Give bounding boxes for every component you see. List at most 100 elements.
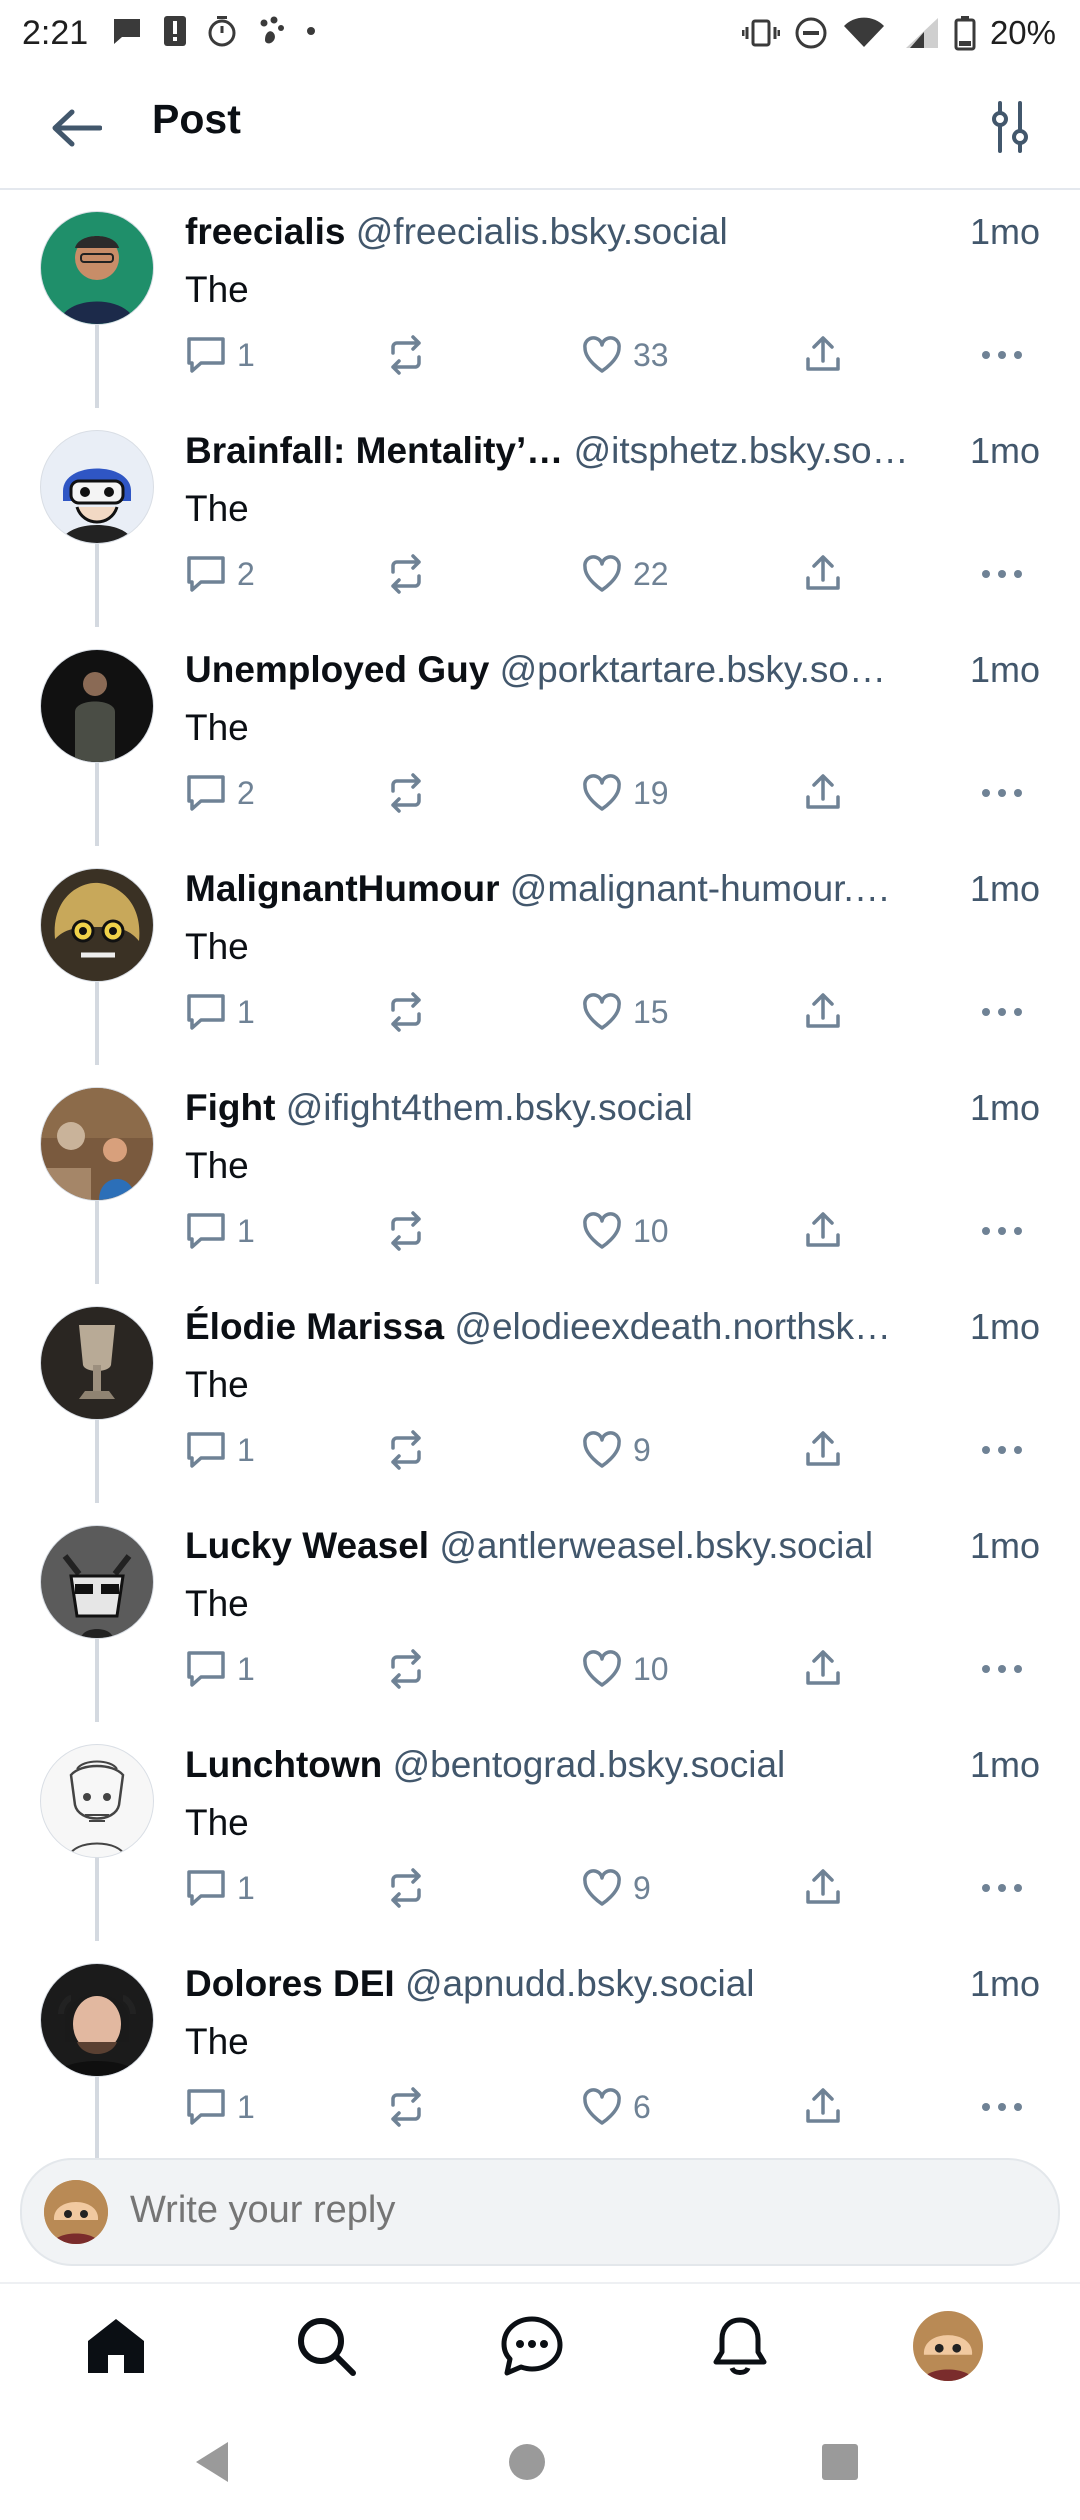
back-button[interactable]: [48, 100, 104, 156]
avatar[interactable]: [40, 1087, 154, 1201]
more-options-button[interactable]: [980, 329, 1024, 381]
like-button[interactable]: 10: [581, 1205, 669, 1257]
share-button[interactable]: [803, 548, 843, 600]
share-button[interactable]: [803, 1424, 843, 1476]
reply-button[interactable]: 1: [185, 1643, 255, 1695]
display-name[interactable]: Élodie Marissa: [185, 1306, 444, 1347]
reply-input[interactable]: [128, 2188, 1012, 2233]
thread-post[interactable]: Lunchtown @bentograd.bsky.social 1mo The…: [0, 1722, 1080, 1941]
system-recents-button[interactable]: [816, 2438, 864, 2486]
share-button[interactable]: [803, 329, 843, 381]
nav-search[interactable]: [290, 2310, 362, 2382]
nav-profile[interactable]: [912, 2310, 984, 2382]
handle[interactable]: @ifight4them.bsky.social: [286, 1087, 693, 1128]
more-options-button[interactable]: [980, 986, 1024, 1038]
avatar[interactable]: [40, 1963, 154, 2077]
handle[interactable]: @freecialis.bsky.social: [356, 211, 728, 252]
avatar[interactable]: [40, 430, 154, 544]
handle[interactable]: @porktartare.bsky.so…: [500, 649, 886, 690]
like-button[interactable]: 19: [581, 767, 669, 819]
reply-button[interactable]: 1: [185, 986, 255, 1038]
reply-composer[interactable]: [20, 2158, 1060, 2266]
reply-button[interactable]: 2: [185, 548, 255, 600]
more-options-button[interactable]: [980, 1424, 1024, 1476]
post-time[interactable]: 1mo: [970, 211, 1040, 253]
share-button[interactable]: [803, 767, 843, 819]
share-button[interactable]: [803, 986, 843, 1038]
handle[interactable]: @itsphetz.bsky.so…: [574, 430, 909, 471]
nav-notifications[interactable]: [704, 2310, 776, 2382]
like-button[interactable]: 33: [581, 329, 669, 381]
share-button[interactable]: [803, 2081, 843, 2133]
share-button[interactable]: [803, 1643, 843, 1695]
reply-button[interactable]: 1: [185, 1424, 255, 1476]
thread-post[interactable]: Élodie Marissa @elodieexdeath.northsk… 1…: [0, 1284, 1080, 1503]
avatar[interactable]: [40, 868, 154, 982]
reply-button[interactable]: 1: [185, 1862, 255, 1914]
like-button[interactable]: 22: [581, 548, 669, 600]
post-time[interactable]: 1mo: [970, 1963, 1040, 2005]
like-button[interactable]: 10: [581, 1643, 669, 1695]
handle[interactable]: @apnudd.bsky.social: [405, 1963, 755, 2004]
nav-chat[interactable]: [496, 2310, 568, 2382]
repost-button[interactable]: [385, 329, 427, 381]
handle[interactable]: @elodieexdeath.northsk…: [454, 1306, 891, 1347]
repost-button[interactable]: [385, 1205, 427, 1257]
reply-button[interactable]: 1: [185, 2081, 255, 2133]
reply-button[interactable]: 2: [185, 767, 255, 819]
repost-button[interactable]: [385, 1862, 427, 1914]
avatar[interactable]: [40, 1525, 154, 1639]
post-time[interactable]: 1mo: [970, 868, 1040, 910]
more-options-button[interactable]: [980, 1643, 1024, 1695]
avatar[interactable]: [40, 1744, 154, 1858]
thread-post[interactable]: Fight @ifight4them.bsky.social 1mo The 1…: [0, 1065, 1080, 1284]
nav-home[interactable]: [80, 2310, 152, 2382]
repost-button[interactable]: [385, 1643, 427, 1695]
reply-button[interactable]: 1: [185, 1205, 255, 1257]
repost-button[interactable]: [385, 986, 427, 1038]
display-name[interactable]: Dolores DEI: [185, 1963, 395, 2004]
system-back-button[interactable]: [188, 2438, 236, 2486]
handle[interactable]: @antlerweasel.bsky.social: [439, 1525, 873, 1566]
handle[interactable]: @bentograd.bsky.social: [393, 1744, 786, 1785]
share-button[interactable]: [803, 1862, 843, 1914]
display-name[interactable]: Fight: [185, 1087, 275, 1128]
more-options-button[interactable]: [980, 2081, 1024, 2133]
avatar[interactable]: [40, 1306, 154, 1420]
like-button[interactable]: 6: [581, 2081, 651, 2133]
repost-button[interactable]: [385, 1424, 427, 1476]
thread-post[interactable]: Unemployed Guy @porktartare.bsky.so… 1mo…: [0, 627, 1080, 846]
thread-post[interactable]: Lucky Weasel @antlerweasel.bsky.social 1…: [0, 1503, 1080, 1722]
repost-button[interactable]: [385, 2081, 427, 2133]
thread-post[interactable]: freecialis @freecialis.bsky.social 1mo T…: [0, 189, 1080, 408]
handle[interactable]: @malignant-humour.…: [510, 868, 891, 909]
share-button[interactable]: [803, 1205, 843, 1257]
thread-settings-button[interactable]: [980, 94, 1040, 160]
thread-post[interactable]: Dolores DEI @apnudd.bsky.social 1mo The …: [0, 1941, 1080, 2160]
system-home-button[interactable]: [503, 2438, 551, 2486]
repost-button[interactable]: [385, 548, 427, 600]
more-options-button[interactable]: [980, 767, 1024, 819]
post-time[interactable]: 1mo: [970, 1306, 1040, 1348]
thread-post[interactable]: Brainfall: Mentality’… @itsphetz.bsky.so…: [0, 408, 1080, 627]
display-name[interactable]: Lunchtown: [185, 1744, 382, 1785]
post-time[interactable]: 1mo: [970, 1744, 1040, 1786]
display-name[interactable]: Brainfall: Mentality’…: [185, 430, 563, 471]
more-options-button[interactable]: [980, 1205, 1024, 1257]
post-time[interactable]: 1mo: [970, 1525, 1040, 1567]
more-options-button[interactable]: [980, 1862, 1024, 1914]
post-time[interactable]: 1mo: [970, 430, 1040, 472]
display-name[interactable]: Lucky Weasel: [185, 1525, 429, 1566]
repost-button[interactable]: [385, 767, 427, 819]
avatar[interactable]: [40, 649, 154, 763]
more-options-button[interactable]: [980, 548, 1024, 600]
display-name[interactable]: Unemployed Guy: [185, 649, 489, 690]
display-name[interactable]: MalignantHumour: [185, 868, 499, 909]
post-time[interactable]: 1mo: [970, 649, 1040, 691]
like-button[interactable]: 9: [581, 1424, 651, 1476]
reply-button[interactable]: 1: [185, 329, 255, 381]
like-button[interactable]: 9: [581, 1862, 651, 1914]
avatar[interactable]: [40, 211, 154, 325]
post-time[interactable]: 1mo: [970, 1087, 1040, 1129]
thread-post[interactable]: MalignantHumour @malignant-humour.… 1mo …: [0, 846, 1080, 1065]
